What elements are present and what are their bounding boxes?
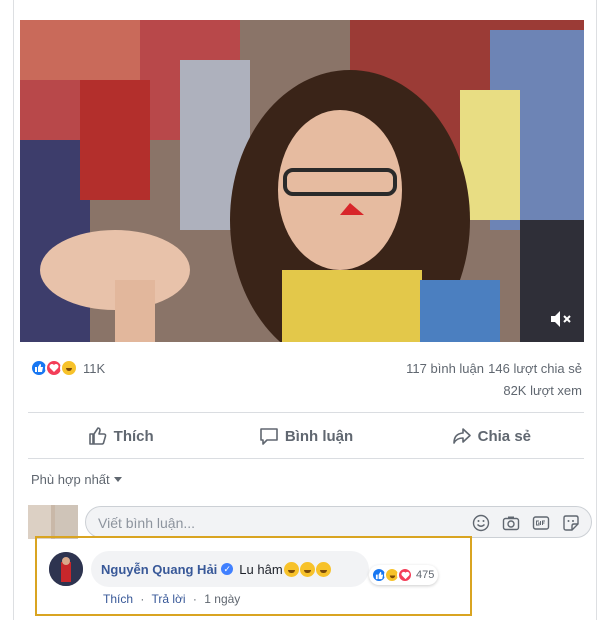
video-frame xyxy=(20,20,584,342)
comment-author-link[interactable]: Nguyễn Quang Hải xyxy=(101,562,217,577)
comment-reply-link[interactable]: Trả lời xyxy=(151,592,185,606)
reactions-summary[interactable]: 11K xyxy=(30,359,105,377)
gif-icon[interactable] xyxy=(531,513,551,533)
share-arrow-icon xyxy=(452,428,471,444)
comment-time[interactable]: 1 ngày xyxy=(204,592,240,606)
comment-input-wrapper xyxy=(85,506,592,538)
like-button[interactable]: Thích xyxy=(28,416,213,456)
camera-icon[interactable] xyxy=(501,513,521,533)
comment-bubble: Nguyễn Quang Hải ✓ Lu hâm xyxy=(91,551,369,587)
comment-sort-label: Phù hợp nhất xyxy=(31,472,110,487)
thumbs-up-icon xyxy=(88,427,107,445)
commenter-avatar[interactable] xyxy=(49,552,83,586)
mute-button[interactable] xyxy=(548,308,574,330)
divider xyxy=(28,458,584,459)
comment-like-link[interactable]: Thích xyxy=(103,592,133,606)
comment-reaction-count: 475 xyxy=(416,569,435,581)
love-icon xyxy=(397,567,413,583)
highlighted-comment-box: Nguyễn Quang Hải ✓ Lu hâm 475 Thích · Tr… xyxy=(35,536,472,616)
divider xyxy=(28,412,584,413)
comments-count-link[interactable]: 117 bình luận xyxy=(406,361,484,376)
comment-composer xyxy=(28,505,592,539)
composer-tools xyxy=(471,513,581,533)
post-action-bar: Thích Bình luận Chia sẻ xyxy=(28,416,584,456)
laughing-emoji-icon xyxy=(283,561,299,577)
shares-count-link[interactable]: 146 lượt chia sẻ xyxy=(488,361,582,376)
separator-dot: · xyxy=(140,592,145,606)
reaction-count: 11K xyxy=(83,360,106,376)
caret-down-icon xyxy=(113,477,122,482)
post-stats: 11K 117 bình luận 146 lượt chia sẻ 82K l… xyxy=(30,355,582,405)
facebook-post: 11K 117 bình luận 146 lượt chia sẻ 82K l… xyxy=(13,0,597,620)
comment-meta: Thích · Trả lời · 1 ngày xyxy=(103,592,240,606)
comment-button-label: Bình luận xyxy=(284,427,354,445)
sticker-icon[interactable] xyxy=(561,513,581,533)
separator-dot: · xyxy=(192,592,197,606)
emoji-icon[interactable] xyxy=(471,513,491,533)
laughing-emoji-icon xyxy=(315,561,331,577)
laughing-emoji-icon xyxy=(299,561,315,577)
speaker-muted-icon xyxy=(551,311,571,327)
share-button[interactable]: Chia sẻ xyxy=(399,416,584,456)
comment-sort-dropdown[interactable]: Phù hợp nhất xyxy=(31,472,122,487)
verified-badge-icon: ✓ xyxy=(221,563,234,575)
like-button-label: Thích xyxy=(113,427,154,445)
comment-text: Lu hâm xyxy=(239,561,283,577)
comment-bubble-icon xyxy=(260,428,278,445)
share-button-label: Chia sẻ xyxy=(477,427,531,445)
comment-input[interactable] xyxy=(98,513,448,533)
views-count: 82K lượt xem xyxy=(503,383,582,398)
comment-button[interactable]: Bình luận xyxy=(213,416,398,456)
comment-reactions[interactable]: 475 xyxy=(369,565,439,585)
current-user-avatar xyxy=(28,505,78,539)
haha-icon xyxy=(60,359,78,377)
video-player[interactable] xyxy=(20,20,584,342)
